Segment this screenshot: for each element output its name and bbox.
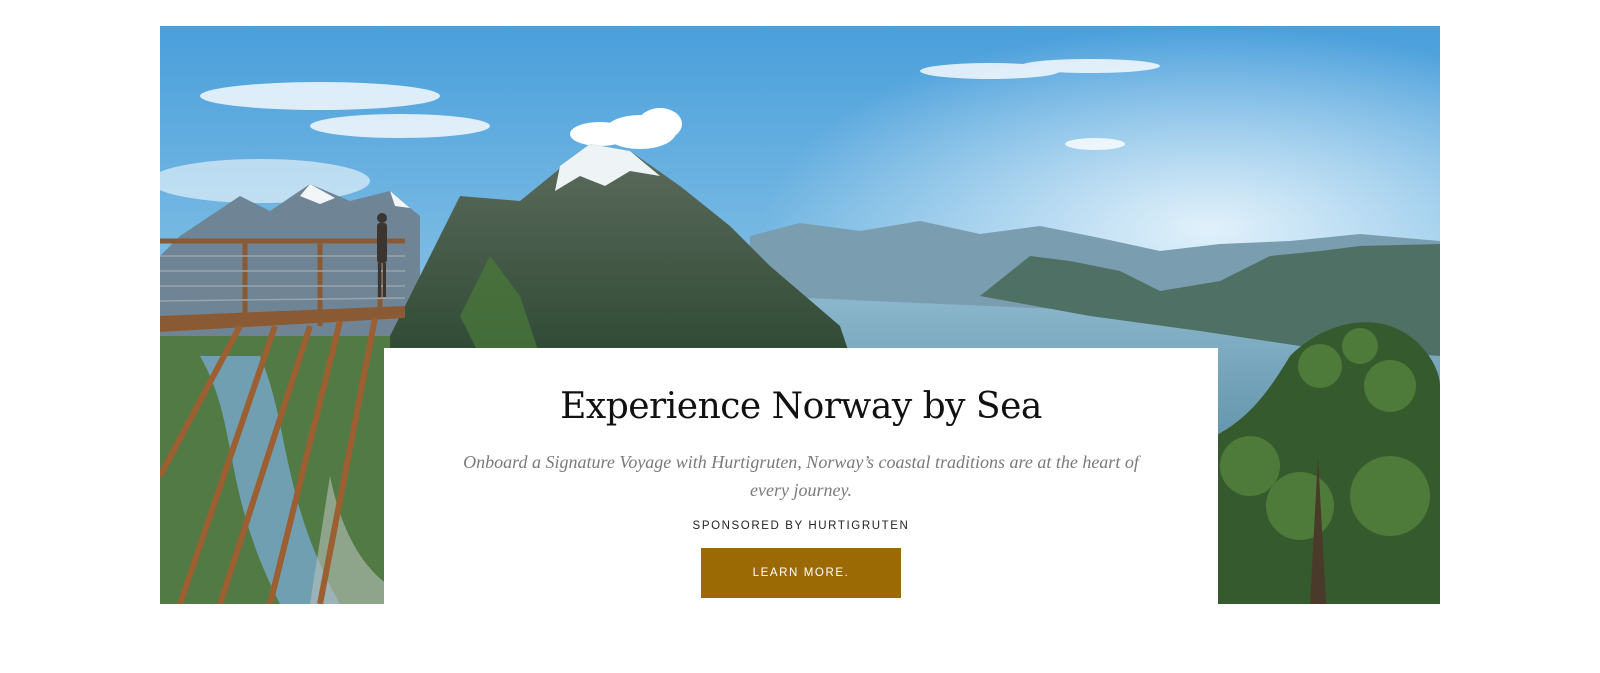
ad-card: Experience Norway by Sea Onboard a Signa… [384,348,1218,604]
sponsor-label: SPONSORED BY HURTIGRUTEN [692,520,910,533]
learn-more-button[interactable]: LEARN MORE. [701,548,901,599]
ad-title: Experience Norway by Sea [560,386,1042,427]
ad-description: Onboard a Signature Voyage with Hurtigru… [463,452,1139,501]
